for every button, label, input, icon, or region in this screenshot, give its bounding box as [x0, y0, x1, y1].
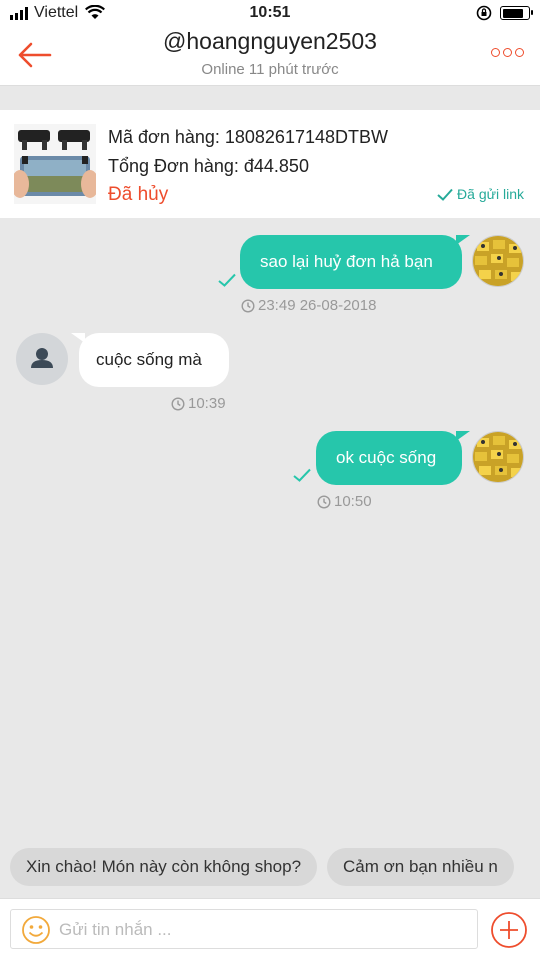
product-thumbnail [14, 124, 96, 204]
clock-icon [317, 494, 331, 509]
online-status: Online 11 phút trước [201, 61, 339, 78]
message-bubble-outgoing[interactable]: ok cuộc sống [316, 431, 470, 485]
message-bubble-outgoing[interactable]: sao lại huỷ đơn hả bạn [240, 235, 470, 289]
status-time: 10:51 [249, 4, 291, 21]
message-text: ok cuộc sống [336, 448, 437, 467]
timestamp-text: 10:39 [188, 395, 226, 412]
message-text: sao lại huỷ đơn hả bạn [260, 252, 433, 271]
contact-avatar[interactable] [16, 333, 68, 385]
clock-icon [171, 396, 185, 411]
timestamp-text: 23:49 26-08-2018 [258, 297, 377, 314]
message-input[interactable] [59, 915, 459, 945]
order-status: Đã hủy [108, 184, 169, 205]
check-icon [437, 188, 453, 201]
chat-header: @hoangnguyen2503 Online 11 phút trước [0, 28, 540, 86]
clock-icon [241, 298, 255, 313]
order-card[interactable]: Mã đơn hàng: 18082617148DTBW Tổng Đơn hà… [0, 110, 540, 218]
order-total: Tổng Đơn hàng: đ44.850 [108, 156, 309, 176]
quick-reply-chip[interactable]: Cảm ơn bạn nhiều n [327, 848, 514, 886]
status-bar: Viettel 10:51 [0, 0, 540, 28]
more-options-icon[interactable] [491, 48, 524, 57]
message-timestamp: 10:39 [171, 395, 226, 412]
input-bar [0, 898, 540, 960]
message-timestamp: 10:50 [317, 493, 372, 510]
link-sent-label: Đã gửi link [457, 186, 524, 202]
emoji-icon[interactable] [21, 915, 51, 945]
status-right [476, 5, 533, 21]
message-text: cuộc sống mà [96, 350, 202, 369]
my-avatar[interactable] [472, 431, 524, 483]
message-bubble-incoming[interactable]: cuộc sống mà [71, 333, 229, 387]
battery-icon [500, 6, 533, 20]
message-input-box[interactable] [10, 909, 478, 949]
quick-reply-chip[interactable]: Xin chào! Món này còn không shop? [10, 848, 318, 886]
orientation-lock-icon [476, 5, 492, 21]
quick-replies: Xin chào! Món này còn không shop? Cảm ơn … [10, 848, 540, 886]
sent-check-icon [218, 273, 236, 287]
my-avatar[interactable] [472, 235, 524, 287]
chat-username: @hoangnguyen2503 [163, 28, 377, 54]
link-sent-status: Đã gửi link [437, 186, 524, 202]
message-timestamp: 23:49 26-08-2018 [241, 297, 376, 314]
timestamp-text: 10:50 [334, 493, 372, 510]
order-code: Mã đơn hàng: 18082617148DTBW [108, 127, 388, 147]
sent-check-icon [293, 468, 311, 482]
add-attachment-icon[interactable] [490, 911, 528, 949]
